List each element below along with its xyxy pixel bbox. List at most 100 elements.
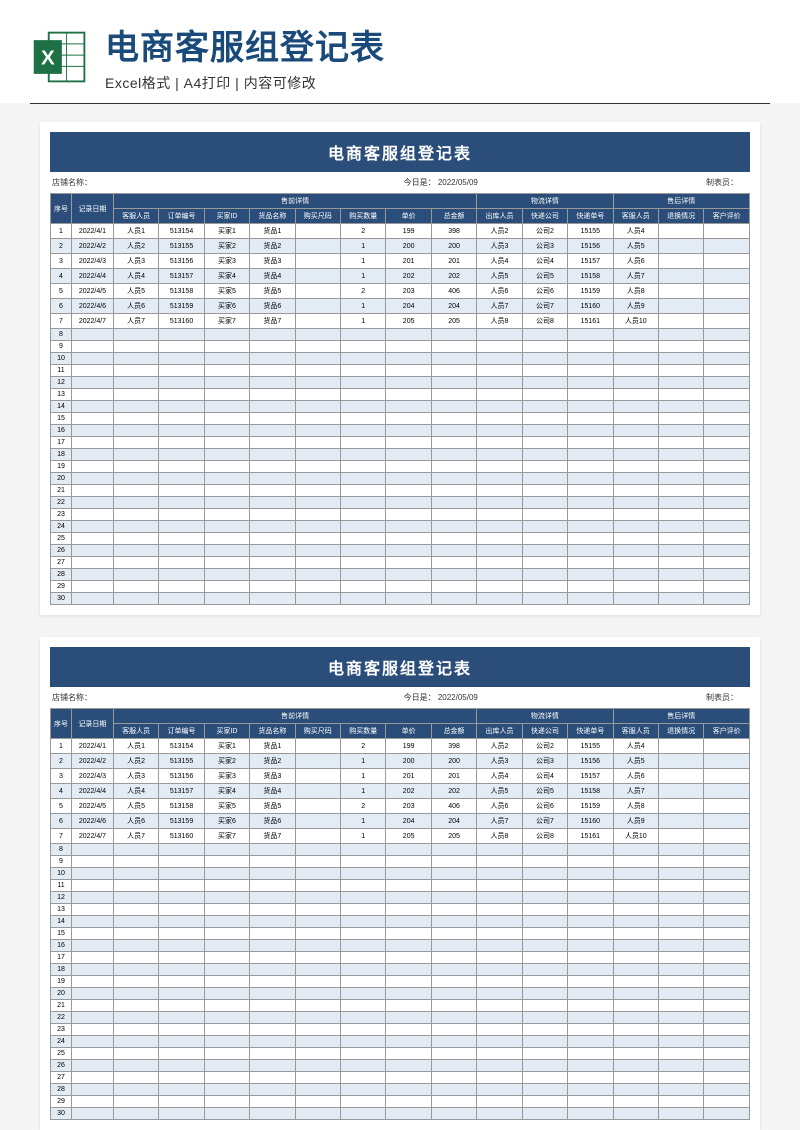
cell — [204, 509, 249, 521]
cell: 29 — [51, 1096, 72, 1108]
cell — [159, 341, 204, 353]
cell — [71, 916, 113, 928]
cell — [658, 916, 703, 928]
table-row: 16 — [51, 425, 750, 437]
cell — [113, 593, 158, 605]
cell — [71, 401, 113, 413]
page-header: X 电商客服组登记表 Excel格式 | A4打印 | 内容可修改 — [0, 0, 800, 103]
cell — [613, 904, 658, 916]
cell — [386, 449, 431, 461]
cell — [431, 389, 476, 401]
column-header: 快递单号 — [568, 209, 613, 224]
cell — [204, 976, 249, 988]
cell — [568, 844, 613, 856]
cell — [204, 401, 249, 413]
cell: 人员3 — [477, 239, 522, 254]
cell — [341, 533, 386, 545]
cell — [386, 868, 431, 880]
cell — [658, 904, 703, 916]
cell: 2 — [341, 799, 386, 814]
cell — [658, 365, 703, 377]
group-aftersale: 售后详情 — [613, 709, 749, 724]
cell: 货品5 — [250, 284, 295, 299]
cell — [341, 473, 386, 485]
cell — [71, 473, 113, 485]
cell — [71, 341, 113, 353]
cell: 买家5 — [204, 284, 249, 299]
cell: 13 — [51, 904, 72, 916]
cell — [704, 976, 750, 988]
cell — [386, 1084, 431, 1096]
cell — [613, 1012, 658, 1024]
cell — [658, 377, 703, 389]
cell — [159, 569, 204, 581]
table-row: 20 — [51, 473, 750, 485]
cell: 203 — [386, 284, 431, 299]
data-table: 序号记录日期售前详情物流详情售后详情客服人员订单编号买家ID货品名称购买尺码购买… — [50, 708, 750, 1120]
cell — [159, 1000, 204, 1012]
cell — [658, 341, 703, 353]
cell — [295, 314, 340, 329]
cell — [204, 1012, 249, 1024]
cell — [113, 1108, 158, 1120]
cell — [431, 557, 476, 569]
cell — [159, 497, 204, 509]
cell — [295, 952, 340, 964]
cell: 人员9 — [613, 299, 658, 314]
cell — [341, 1072, 386, 1084]
cell — [704, 401, 750, 413]
cell — [386, 413, 431, 425]
cell: 7 — [51, 829, 72, 844]
table-row: 52022/4/5人员5513158买家5货品52203406人员6公司6151… — [51, 799, 750, 814]
column-header: 退换情况 — [658, 209, 703, 224]
cell: 205 — [431, 314, 476, 329]
cell — [477, 353, 522, 365]
cell — [431, 437, 476, 449]
cell: 1 — [341, 829, 386, 844]
cell — [159, 880, 204, 892]
page-subtitle: Excel格式 | A4打印 | 内容可修改 — [105, 73, 770, 93]
table-row: 17 — [51, 437, 750, 449]
cell: 30 — [51, 1108, 72, 1120]
cell — [613, 437, 658, 449]
cell — [431, 904, 476, 916]
cell — [204, 904, 249, 916]
cell: 人员5 — [113, 284, 158, 299]
cell — [341, 497, 386, 509]
cell — [204, 497, 249, 509]
cell — [522, 497, 567, 509]
cell — [477, 844, 522, 856]
cell — [341, 880, 386, 892]
cell — [431, 377, 476, 389]
cell — [477, 916, 522, 928]
cell — [658, 239, 703, 254]
column-header: 客服人员 — [613, 209, 658, 224]
cell — [704, 497, 750, 509]
cell — [71, 988, 113, 1000]
cell: 公司4 — [522, 254, 567, 269]
cell: 公司3 — [522, 239, 567, 254]
cell — [295, 224, 340, 239]
column-header: 购买尺码 — [295, 724, 340, 739]
cell: 4 — [51, 269, 72, 284]
cell — [250, 461, 295, 473]
cell — [568, 353, 613, 365]
cell: 买家4 — [204, 784, 249, 799]
cell — [113, 952, 158, 964]
cell: 2022/4/3 — [71, 769, 113, 784]
cell — [159, 389, 204, 401]
cell: 1 — [51, 739, 72, 754]
cell: 202 — [386, 269, 431, 284]
cell — [204, 533, 249, 545]
cell: 11 — [51, 365, 72, 377]
cell — [431, 341, 476, 353]
table-row: 29 — [51, 581, 750, 593]
cell — [341, 329, 386, 341]
cell — [386, 1096, 431, 1108]
cell — [113, 904, 158, 916]
cell — [113, 976, 158, 988]
cell — [704, 449, 750, 461]
cell — [341, 389, 386, 401]
cell: 人员4 — [113, 269, 158, 284]
cell — [658, 533, 703, 545]
